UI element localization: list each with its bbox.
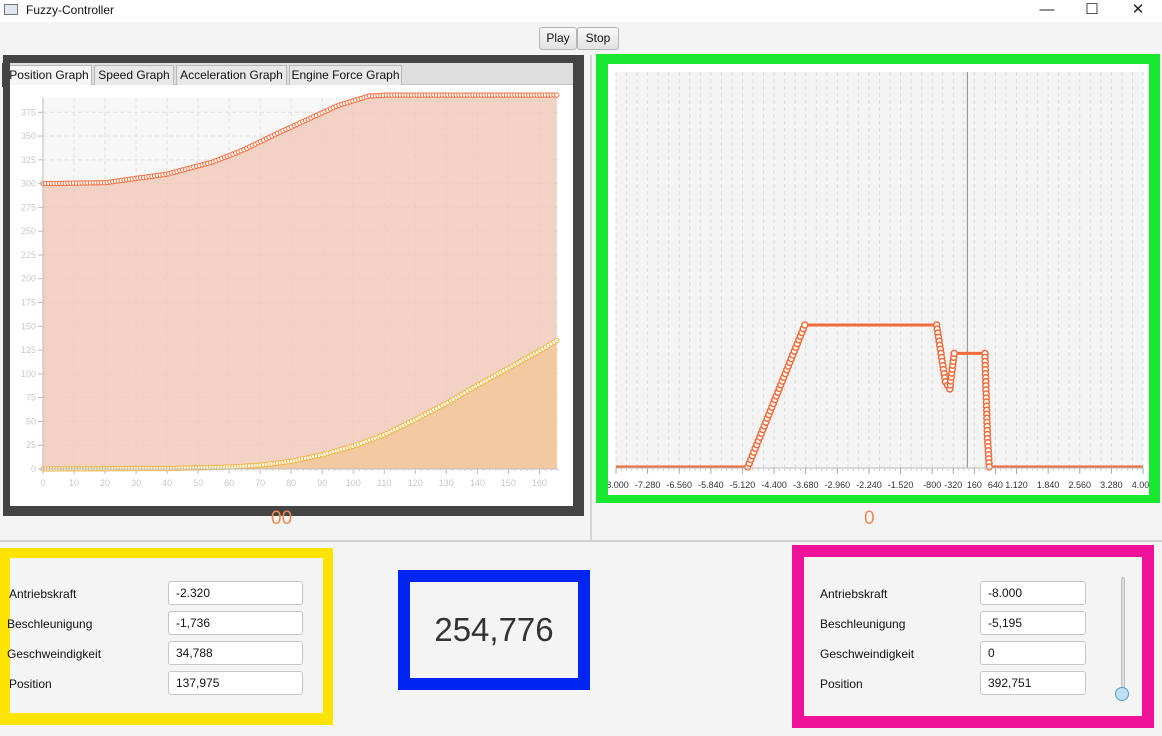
split-divider[interactable] [590, 55, 592, 540]
position-chart: 0 10 20 30 40 50 60 70 80 90 100 110 120 130 140 150 160… [21, 92, 560, 488]
x-tick-label: 1.840 [1037, 480, 1060, 490]
frame-edge [2, 63, 10, 87]
x-tick-label: 40 [162, 478, 172, 488]
x-tick-label: 150 [501, 478, 516, 488]
tab-speed-graph[interactable]: Speed Graph [94, 65, 174, 85]
x-tick-label: 110 [377, 478, 391, 488]
data-point [950, 349, 958, 358]
tab-position-graph[interactable]: Position Graph [6, 65, 92, 85]
y-tick-label: 375 [21, 107, 36, 117]
close-button[interactable]: ✕ [1115, 0, 1161, 22]
x-tick-label: -1.520 [888, 480, 914, 490]
y-tick-label: 250 [21, 226, 36, 236]
maximize-button[interactable]: ☐ [1069, 0, 1115, 22]
right-label-geschweindigkeit: Geschweindigkeit [820, 647, 915, 661]
y-tick-label: 25 [26, 440, 36, 450]
x-tick-label: 140 [470, 478, 485, 488]
stop-button[interactable]: Stop [577, 27, 619, 50]
x-tick-label: 80 [286, 478, 296, 488]
right-position-field[interactable]: 392,751 [980, 671, 1086, 695]
left-label-geschweindigkeit: Geschweindigkeit [7, 647, 102, 661]
x-tick-label: -5.120 [730, 480, 756, 490]
left-label-beschleunigung: Beschleunigung [7, 617, 93, 631]
left-position-field[interactable]: 137,975 [168, 671, 303, 695]
vertical-slider[interactable] [1121, 577, 1125, 697]
data-point [554, 337, 560, 344]
tab-engine-force-graph[interactable]: Engine Force Graph [289, 65, 402, 85]
minimize-button[interactable]: — [1024, 0, 1070, 22]
x-tick-label: -2.960 [825, 480, 851, 490]
data-point [554, 92, 560, 98]
x-tick-label: 4.000 [1132, 480, 1149, 490]
y-tick-label: 50 [26, 416, 36, 426]
x-tick-label: -2.240 [856, 480, 882, 490]
x-tick-label: 130 [439, 478, 454, 488]
y-tick-label: 100 [21, 369, 36, 379]
right-beschleunigung-field[interactable]: -5,195 [980, 611, 1086, 635]
y-tick-label: 275 [21, 202, 36, 212]
chart-grid [615, 72, 1144, 468]
x-tick-label: -6.560 [666, 480, 692, 490]
horizontal-divider [0, 540, 1162, 542]
x-tick-label: -3.680 [793, 480, 819, 490]
y-tick-label: 300 [21, 179, 36, 189]
y-tick-label: 0 [31, 464, 36, 474]
y-tick-label: 175 [21, 298, 36, 308]
membership-chart: -8.000 -7.280 -6.560 -5.840 -5.120 -4.400 -3.6… [608, 72, 1149, 490]
right-values-panel [804, 557, 1142, 716]
y-tick-label: 125 [21, 345, 36, 355]
x-tick-label: -8.000 [608, 480, 629, 490]
x-tick-label: -7.280 [635, 480, 661, 490]
chart-axes: -8.000 -7.280 -6.560 -5.840 -5.120 -4.400 -3.6… [608, 467, 1149, 490]
title-bar [0, 0, 1162, 22]
tab-acceleration-graph[interactable]: Acceleration Graph [176, 65, 287, 85]
right-chart-value: 0 [864, 508, 875, 529]
distance-value: 254,776 [434, 611, 554, 648]
left-chart-value: 00 [271, 508, 293, 529]
y-tick-label: 150 [21, 321, 36, 331]
x-tick-label: 90 [317, 478, 327, 488]
right-label-position: Position [820, 677, 863, 691]
x-tick-label: 640 [988, 480, 1003, 490]
left-antriebskraft-field[interactable]: -2.320 [168, 581, 303, 605]
y-tick-label: 200 [21, 274, 36, 284]
window-icon [4, 4, 18, 15]
y-tick-label: 350 [21, 131, 36, 141]
data-point [801, 321, 809, 329]
x-tick-label: 70 [255, 478, 265, 488]
x-tick-label: 160 [532, 478, 547, 488]
right-label-beschleunigung: Beschleunigung [820, 617, 906, 631]
x-tick-label: 60 [224, 478, 234, 488]
x-tick-label: 3.280 [1100, 480, 1123, 490]
x-tick-label: 20 [100, 478, 110, 488]
x-tick-label: 50 [193, 478, 203, 488]
slider-thumb[interactable] [1115, 687, 1129, 701]
x-tick-label: -320 [944, 480, 962, 490]
window-title: Fuzzy-Controller [26, 3, 115, 17]
right-label-antriebskraft: Antriebskraft [820, 587, 888, 601]
y-tick-label: 75 [26, 393, 36, 403]
right-geschweindigkeit-field[interactable]: 0 [980, 641, 1086, 665]
x-tick-label: 1.120 [1005, 480, 1028, 490]
play-button[interactable]: Play [539, 27, 577, 50]
x-tick-label: 160 [967, 480, 982, 490]
left-label-antriebskraft: Antriebskraft [9, 587, 77, 601]
x-tick-label: 30 [131, 478, 141, 488]
y-tick-label: 225 [21, 250, 36, 260]
x-tick-label: 100 [346, 478, 361, 488]
x-tick-label: -5.840 [698, 480, 724, 490]
y-tick-label: 325 [21, 155, 36, 165]
x-tick-label: -4.400 [761, 480, 787, 490]
left-geschweindigkeit-field[interactable]: 34,788 [168, 641, 303, 665]
left-beschleunigung-field[interactable]: -1,736 [168, 611, 303, 635]
x-tick-label: 0 [40, 478, 45, 488]
data-point [985, 463, 994, 471]
x-tick-label: 10 [69, 478, 79, 488]
right-antriebskraft-field[interactable]: -8.000 [980, 581, 1086, 605]
x-tick-label: 2.560 [1068, 480, 1091, 490]
x-tick-label: 120 [408, 478, 423, 488]
x-tick-label: -800 [923, 480, 941, 490]
left-label-position: Position [9, 677, 52, 691]
